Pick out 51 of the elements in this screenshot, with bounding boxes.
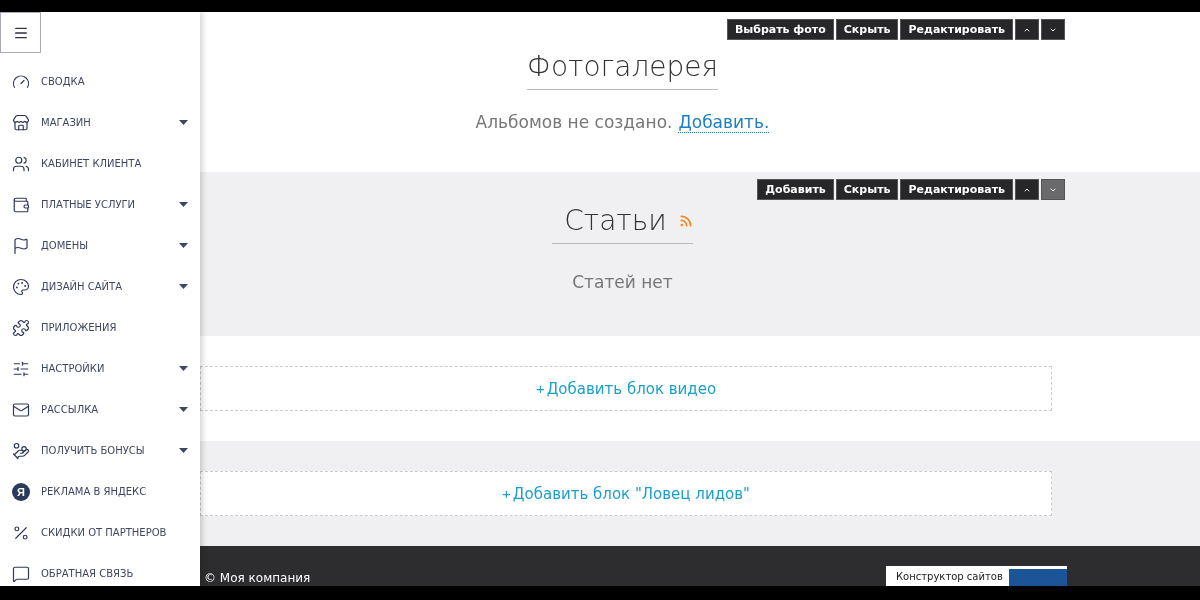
gauge-icon [12, 72, 30, 91]
puzzle-icon [12, 318, 30, 337]
add-link[interactable]: Добавить. [678, 112, 770, 133]
message-icon [12, 564, 30, 583]
toolbar-button[interactable]: Редактировать [900, 179, 1013, 200]
section-title: Статьи [564, 204, 667, 237]
menu-item[interactable]: ПЛАТНЫЕ УСЛУГИ [41, 199, 179, 210]
menu-item[interactable]: ДИЗАЙН САЙТА [41, 281, 179, 292]
users-icon [12, 154, 30, 173]
menu-item[interactable]: МАГАЗИН [41, 117, 179, 128]
hand-coins-icon [12, 441, 30, 460]
percent-icon [12, 523, 30, 542]
toolbar-button[interactable]: Скрыть [835, 179, 899, 200]
flag-icon [12, 236, 30, 255]
menu-item[interactable]: РАССЫЛКА [41, 404, 179, 415]
menu-item[interactable]: СКИДКИ ОТ ПАРТНЕРОВ [41, 527, 188, 538]
caret-icon[interactable] [179, 448, 188, 453]
letter-icon: Я [12, 482, 30, 501]
palette-icon [12, 277, 30, 296]
builder-badge[interactable]: Конструктор сайтов [886, 566, 1067, 586]
caret-icon[interactable] [179, 284, 188, 289]
toolbar-button[interactable]: Добавить [757, 179, 834, 200]
caret-icon[interactable] [179, 366, 188, 371]
menu-item[interactable]: ПРИЛОЖЕНИЯ [41, 322, 188, 333]
mail-icon [12, 400, 30, 419]
caret-icon[interactable] [179, 243, 188, 248]
menu-item[interactable]: НАСТРОЙКИ [41, 363, 179, 374]
menu-item[interactable]: РЕКЛАМА В ЯНДЕКС [41, 486, 188, 497]
store-icon [12, 113, 30, 132]
copyright-text: © Моя компания [204, 571, 311, 585]
menu-item[interactable]: ОБРАТНАЯ СВЯЗЬ [41, 568, 188, 579]
plus-icon: + [502, 485, 511, 502]
wallet-icon [12, 195, 30, 214]
menu-item[interactable]: КАБИНЕТ КЛИЕНТА [41, 158, 188, 169]
toolbar-button[interactable]: Скрыть [835, 19, 899, 40]
menu-item[interactable]: СВОДКА [41, 76, 188, 87]
plus-icon: + [535, 380, 545, 397]
caret-icon[interactable] [179, 202, 188, 207]
menu-item[interactable]: ДОМЕНЫ [41, 240, 179, 251]
caret-icon[interactable] [179, 407, 188, 412]
toolbar-button[interactable]: Выбрать фото [726, 19, 834, 40]
caret-icon[interactable] [179, 120, 188, 125]
badge-text: Конструктор сайтов [896, 571, 1003, 582]
menu-item[interactable]: ПОЛУЧИТЬ БОНУСЫ [41, 445, 179, 456]
section-title: Фотогалерея [526, 50, 719, 90]
sliders-icon [12, 359, 30, 378]
toolbar-button[interactable]: Редактировать [900, 19, 1013, 40]
empty-message: Статей нет [572, 272, 673, 292]
empty-message: Альбомов не создано. [475, 112, 673, 133]
logo-block [1008, 569, 1067, 586]
menu-button[interactable] [0, 12, 41, 53]
